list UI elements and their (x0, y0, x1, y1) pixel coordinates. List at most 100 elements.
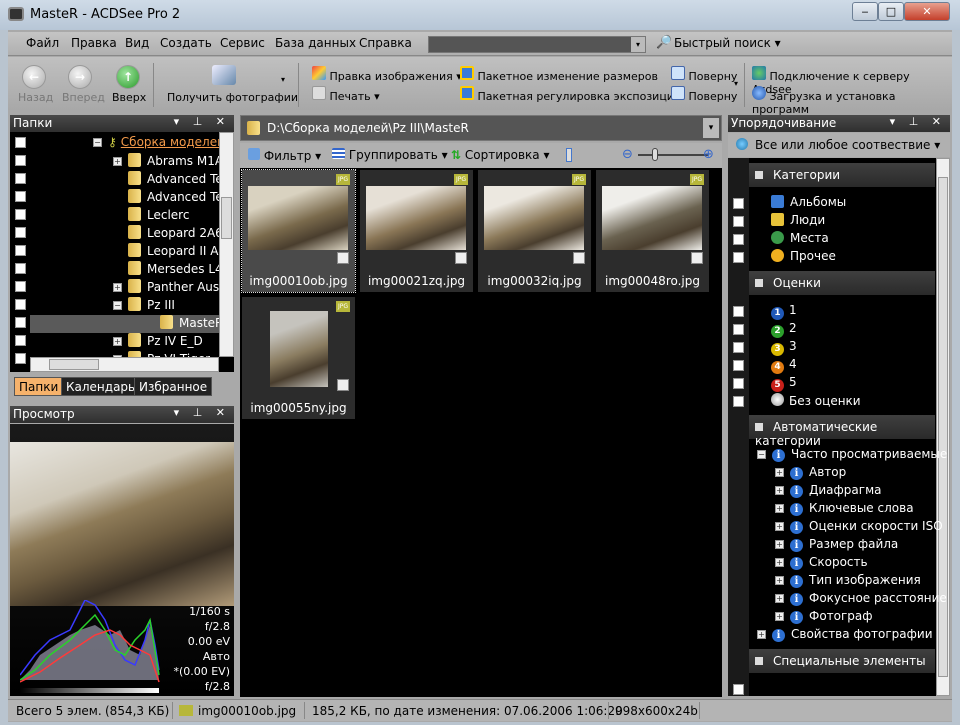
thumbnail[interactable]: JPG img00055ny.jpg (242, 297, 355, 419)
expander-icon[interactable]: + (775, 468, 784, 477)
tab-folders[interactable]: Папки (14, 377, 64, 396)
get-photos-button[interactable]: Получить фотографии (167, 91, 298, 104)
folder-checkbox[interactable] (15, 299, 26, 310)
expander-icon[interactable]: − (113, 301, 122, 310)
folder-item[interactable]: Leopard II A4 (113, 243, 219, 258)
folder-checkbox[interactable] (15, 263, 26, 274)
organize-item[interactable]: 33 (771, 339, 797, 356)
search-dropdown-button[interactable]: ▾ (631, 37, 645, 52)
expander-icon[interactable]: + (113, 157, 122, 166)
organize-item[interactable]: + i Автор (775, 465, 846, 480)
filter-button[interactable]: Фильтр ▾ (248, 148, 321, 163)
thumbnail-size-slider[interactable] (638, 154, 708, 156)
expander-icon[interactable]: + (775, 540, 784, 549)
tab-calendar[interactable]: Календарь (61, 377, 141, 396)
folder-checkbox[interactable] (15, 245, 26, 256)
thumbnail[interactable]: JPG img00021zq.jpg (360, 170, 473, 292)
folder-item[interactable]: Advanced Te (113, 189, 219, 204)
folder-checkbox[interactable] (15, 191, 26, 202)
maximize-button[interactable]: □ (878, 2, 904, 21)
folder-checkbox[interactable] (15, 317, 26, 328)
tree-horizontal-scrollbar[interactable] (30, 357, 219, 372)
expander-icon[interactable]: + (757, 630, 766, 639)
organize-item[interactable]: + i Скорость (775, 555, 868, 570)
batch-exposure-button[interactable]: Пакетная регулировка экспозиции (460, 86, 681, 103)
filter-checkbox[interactable] (733, 216, 744, 227)
folder-item[interactable]: + Abrams M1A (113, 153, 219, 168)
expander-icon[interactable]: + (775, 486, 784, 495)
organize-item[interactable]: + i Фотограф (775, 609, 873, 624)
thumbnail[interactable]: JPG img00032iq.jpg (478, 170, 591, 292)
folder-item[interactable]: + Pz IV E_D (113, 333, 203, 348)
organize-item[interactable]: 22 (771, 321, 797, 338)
organize-item[interactable]: − i Часто просматриваемые (757, 447, 947, 462)
organize-item[interactable]: + i Размер файла (775, 537, 898, 552)
folder-item[interactable]: + Panther Ausf (113, 279, 219, 294)
filter-checkbox[interactable] (733, 198, 744, 209)
batch-resize-button[interactable]: Пакетное изменение размеров (460, 66, 658, 83)
filter-checkbox[interactable] (733, 360, 744, 371)
folder-checkbox[interactable] (15, 227, 26, 238)
minimize-button[interactable]: ‒ (852, 2, 878, 21)
organize-item[interactable]: + i Оценки скорости ISO (775, 519, 943, 534)
folder-checkbox[interactable] (15, 353, 26, 364)
folder-item[interactable]: − ⚷ Сборка моделей (93, 135, 219, 149)
rotate-right-button[interactable]: Поверну (671, 86, 737, 103)
rotate-dropdown[interactable]: ▾ (734, 79, 738, 88)
menu-file[interactable]: Файл (26, 36, 59, 50)
organize-item[interactable]: + i Ключевые слова (775, 501, 914, 516)
folder-checkbox[interactable] (15, 173, 26, 184)
organize-item[interactable]: 44 (771, 357, 797, 374)
expander-icon[interactable]: + (775, 522, 784, 531)
folder-item[interactable]: Leopard 2A6 (113, 225, 219, 240)
print-button[interactable]: Печать ▾ (312, 86, 380, 103)
forward-button[interactable]: → (68, 65, 92, 89)
thumbnail-checkbox[interactable] (573, 252, 585, 264)
path-dropdown-button[interactable]: ▾ (703, 118, 719, 138)
menu-tools[interactable]: Сервис (220, 36, 265, 50)
expander-icon[interactable]: − (757, 450, 766, 459)
folder-item[interactable]: − Pz III (113, 297, 175, 312)
path-bar[interactable]: D:\Сборка моделей\Pz III\MasteR ▾ (240, 115, 722, 141)
folder-item[interactable]: Leclerc (113, 207, 189, 222)
thumbnail[interactable]: JPG img00010ob.jpg (241, 169, 356, 293)
folder-item[interactable]: Mersedes L45 (113, 261, 219, 276)
filter-checkbox[interactable] (733, 234, 744, 245)
expander-icon[interactable]: + (775, 576, 784, 585)
organize-item[interactable]: Прочее (771, 249, 836, 263)
folder-checkbox[interactable] (15, 335, 26, 346)
auto-categories-header[interactable]: Автоматические категории (749, 415, 935, 448)
view-mode-icon[interactable] (566, 148, 572, 162)
organize-item[interactable]: 55 (771, 375, 797, 392)
filter-checkbox[interactable] (733, 342, 744, 353)
thumbnail-checkbox[interactable] (337, 379, 349, 391)
quick-search-input[interactable]: ▾ (428, 36, 646, 53)
expander-icon[interactable]: + (775, 612, 784, 621)
organize-item[interactable]: + i Свойства фотографии (757, 627, 933, 642)
filter-checkbox[interactable] (733, 306, 744, 317)
tab-favorites[interactable]: Избранное (134, 377, 213, 396)
thumbnail-checkbox[interactable] (455, 252, 467, 264)
folder-item[interactable]: MasteR (145, 315, 219, 330)
panel-controls[interactable]: ▾ ⊥ ✕ (174, 406, 230, 419)
expander-icon[interactable]: + (775, 558, 784, 567)
zoom-out-icon[interactable]: ⊖ (622, 147, 633, 162)
edit-image-button[interactable]: Правка изображения ▾ (312, 66, 462, 83)
expander-icon[interactable]: + (775, 504, 784, 513)
filter-checkbox[interactable] (733, 396, 744, 407)
thumbnail[interactable]: JPG img00048ro.jpg (596, 170, 709, 292)
folder-checkbox[interactable] (15, 209, 26, 220)
sort-button[interactable]: ⇅ Сортировка ▾ (451, 148, 550, 162)
organize-item[interactable]: Люди (771, 213, 825, 227)
close-button[interactable]: ✕ (904, 2, 950, 21)
slider-handle[interactable] (652, 148, 658, 161)
menu-help[interactable]: Справка (359, 36, 412, 50)
organize-scrollbar[interactable] (936, 158, 950, 696)
panel-controls[interactable]: ▾ ⊥ ✕ (174, 115, 230, 128)
back-button[interactable]: ← (22, 65, 46, 89)
organize-item[interactable]: Места (771, 231, 829, 245)
rotate-left-button[interactable]: Поверну (671, 66, 737, 83)
thumbnail-checkbox[interactable] (337, 252, 349, 264)
expander-icon[interactable]: + (113, 337, 122, 346)
folder-checkbox[interactable] (15, 137, 26, 148)
